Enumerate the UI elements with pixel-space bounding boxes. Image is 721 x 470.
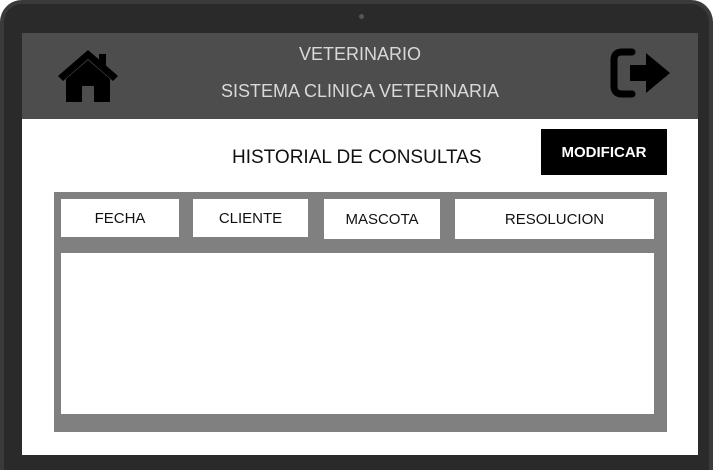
table-body[interactable] — [61, 253, 654, 414]
app-title: VETERINARIO — [298, 44, 422, 64]
column-header-cliente[interactable]: CLIENTE — [193, 199, 308, 237]
consultations-table: FECHA CLIENTE MASCOTA RESOLUCION — [54, 192, 667, 432]
column-header-resolucion[interactable]: RESOLUCION — [455, 199, 654, 239]
app-screen: VETERINARIO SISTEMA CLINICA VETERINARIA … — [22, 33, 698, 455]
app-header: VETERINARIO SISTEMA CLINICA VETERINARIA — [22, 33, 698, 119]
camera-dot — [359, 14, 364, 19]
modify-button[interactable]: MODIFICAR — [541, 129, 667, 175]
page-title: HISTORIAL DE CONSULTAS — [232, 147, 482, 168]
logout-icon[interactable] — [610, 48, 674, 98]
column-header-fecha[interactable]: FECHA — [61, 199, 179, 237]
column-header-mascota[interactable]: MASCOTA — [324, 199, 440, 239]
app-subtitle: SISTEMA CLINICA VETERINARIA — [220, 81, 500, 101]
